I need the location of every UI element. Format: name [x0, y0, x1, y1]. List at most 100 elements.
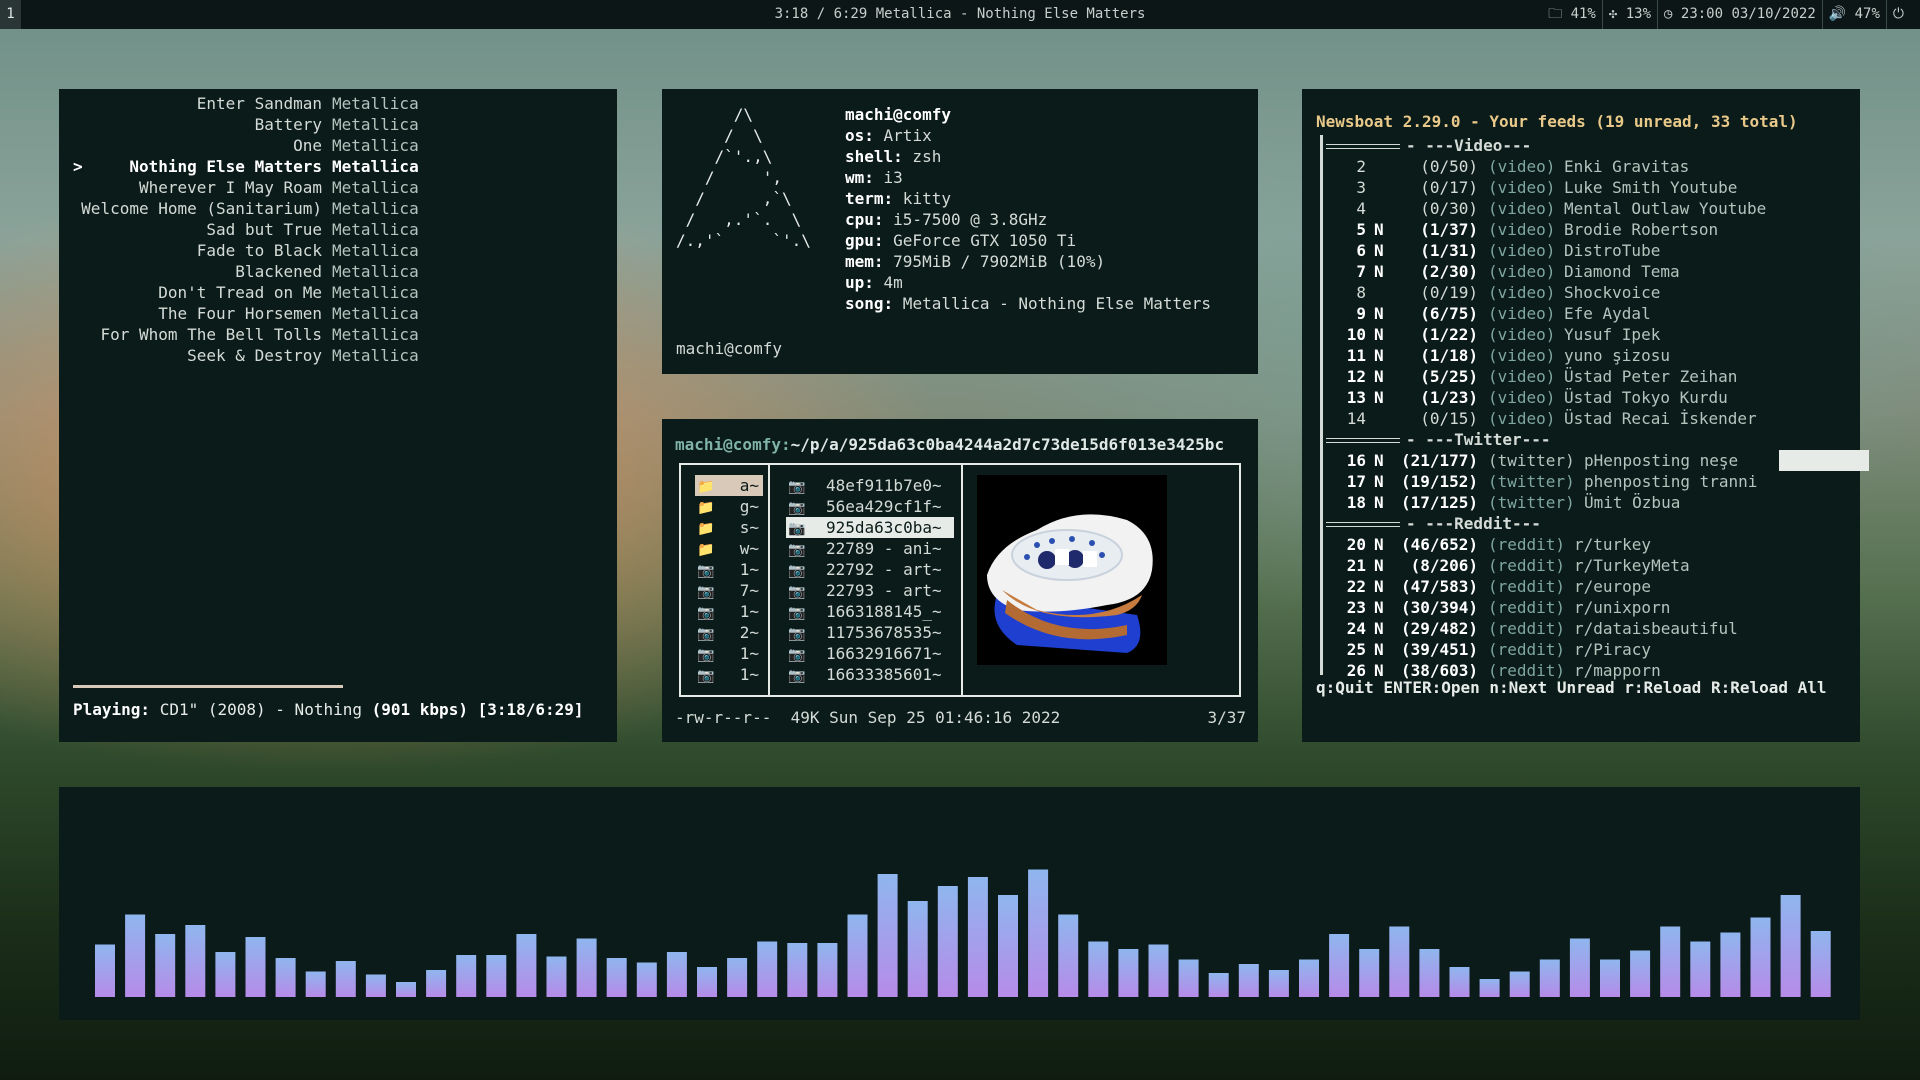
feed-row[interactable]: 8 (0/19) (video) Shockvoice — [1326, 282, 1846, 303]
spectrum-bar — [847, 914, 868, 997]
feed-row[interactable]: 23 N (30/394) (reddit) r/unixporn — [1326, 597, 1846, 618]
feed-group-header[interactable]: - ---Video--- — [1326, 135, 1531, 156]
feed-row[interactable]: 20 N (46/652) (reddit) r/turkey — [1326, 534, 1846, 555]
spectrum-bar — [1058, 914, 1079, 997]
rss-reader-window[interactable]: Newsboat 2.29.0 - Your feeds (19 unread,… — [1302, 89, 1869, 742]
file-entry[interactable]: 📷 1663188145_~ — [786, 601, 954, 622]
parent-entry[interactable]: 📷 7~ — [695, 580, 763, 601]
track-row[interactable]: Blackened Metallica — [59, 261, 617, 282]
parent-directory-column[interactable]: 📁 a~ 📁 g~ 📁 s~ 📁 w~ 📷 1~ 📷 7~ 📷 1~ 📷 2~ 📷 1~ 📷 1~ — [695, 475, 763, 685]
file-entry[interactable]: 📷 925da63c0ba~ — [786, 517, 954, 538]
feed-row[interactable]: 9 N (6/75) (video) Efe Aydal — [1326, 303, 1846, 324]
file-manager-window[interactable]: machi@comfy:~/p/a/925da63c0ba4244a2d7c73… — [662, 419, 1258, 742]
track-row[interactable]: Sad but True Metallica — [59, 219, 617, 240]
info-key: up: — [845, 273, 874, 292]
track-row[interactable]: Fade to Black Metallica — [59, 240, 617, 261]
track-row[interactable]: Seek & Destroy Metallica — [59, 345, 617, 366]
unread-count: (30/394) — [1400, 598, 1478, 617]
parent-entry[interactable]: 📷 1~ — [695, 664, 763, 685]
track-row[interactable]: Don't Tread on Me Metallica — [59, 282, 617, 303]
feed-row[interactable]: 12 N (5/25) (video) Üstad Peter Zeihan — [1326, 366, 1846, 387]
file-entry[interactable]: 📷 11753678535~ — [786, 622, 954, 643]
parent-entry[interactable]: 📁 s~ — [695, 517, 763, 538]
track-row[interactable]: One Metallica — [59, 135, 617, 156]
status-segment[interactable]: 🗀 41% — [1542, 0, 1602, 29]
feed-row[interactable]: 13 N (1/23) (video) Üstad Tokyo Kurdu — [1326, 387, 1846, 408]
feed-number: 11 — [1346, 346, 1366, 365]
feed-row[interactable]: 14 (0/15) (video) Üstad Recai İskender — [1326, 408, 1846, 429]
parent-entry[interactable]: 📁 g~ — [695, 496, 763, 517]
feed-category: (video) — [1488, 220, 1556, 239]
parent-entry[interactable]: 📷 1~ — [695, 601, 763, 622]
track-row[interactable]: Welcome Home (Sanitarium) Metallica — [59, 198, 617, 219]
spectrum-bar — [1539, 959, 1560, 997]
folder-icon: 🗀 — [1548, 6, 1571, 22]
spectrum-bar — [95, 944, 115, 997]
current-path: machi@comfy:~/p/a/925da63c0ba4244a2d7c73… — [675, 434, 1224, 455]
status-segment[interactable]: ⏻ — [1885, 0, 1910, 29]
current-directory-column[interactable]: 📷 48ef911b7e0~ 📷 56ea429cf1f~ 📷 925da63c0ba~ 📷… — [786, 475, 954, 685]
file-entry[interactable]: 📷 56ea429cf1f~ — [786, 496, 954, 517]
feed-row[interactable]: 16 N (21/177) (twitter) pHenposting neşe — [1326, 450, 1869, 471]
info-key: term: — [845, 189, 894, 208]
status-segment[interactable]: ✣ 13% — [1601, 0, 1657, 29]
spectrum-bar — [335, 961, 356, 997]
parent-entry[interactable]: 📷 2~ — [695, 622, 763, 643]
feed-row[interactable]: 11 N (1/18) (video) yuno şizosu — [1326, 345, 1846, 366]
feed-title: Enki Gravitas — [1564, 157, 1690, 176]
feed-row[interactable]: 10 N (1/22) (video) Yusuf Ipek — [1326, 324, 1846, 345]
playback-progress-bar[interactable] — [73, 685, 344, 688]
feed-row[interactable]: 3 (0/17) (video) Luke Smith Youtube — [1326, 177, 1846, 198]
status-segment[interactable]: ◷ 23:00 03/10/2022 — [1657, 0, 1822, 29]
track-row[interactable]: For Whom The Bell Tolls Metallica — [59, 324, 617, 345]
spectrum-bar — [1479, 979, 1500, 997]
feed-row[interactable]: 6 N (1/31) (video) DistroTube — [1326, 240, 1846, 261]
feed-row[interactable]: 25 N (39/451) (reddit) r/Piracy — [1326, 639, 1846, 660]
file-entry[interactable]: 📷 16632916671~ — [786, 643, 954, 664]
spectrum-bar — [1660, 926, 1681, 997]
feed-row[interactable]: 4 (0/30) (video) Mental Outlaw Youtube — [1326, 198, 1846, 219]
unread-flag: N — [1374, 556, 1384, 575]
shell-prompt[interactable]: machi@comfy — [676, 338, 782, 359]
spectrum-bar — [1780, 895, 1801, 997]
feed-row[interactable]: 5 N (1/37) (video) Brodie Robertson — [1326, 219, 1846, 240]
track-row[interactable]: Wherever I May Roam Metallica — [59, 177, 617, 198]
file-entry[interactable]: 📷 22793 - art~ — [786, 580, 954, 601]
feed-row[interactable]: 7 N (2/30) (video) Diamond Tema — [1326, 261, 1846, 282]
feed-category: (reddit) — [1488, 535, 1566, 554]
file-name: 22789 - ani~ — [826, 539, 942, 558]
system-info-window[interactable]: /\ / \ /`'.,\ / ', / ,`\ / ,.'`. \ /.,'`… — [662, 89, 1258, 374]
parent-entry[interactable]: 📷 1~ — [695, 643, 763, 664]
spectrum-bar — [1600, 959, 1620, 997]
feed-title: r/Piracy — [1574, 640, 1652, 659]
feed-row[interactable]: 24 N (29/482) (reddit) r/dataisbeautiful — [1326, 618, 1846, 639]
track-row[interactable]: The Four Horsemen Metallica — [59, 303, 617, 324]
parent-entry[interactable]: 📁 w~ — [695, 538, 763, 559]
feed-category: (video) — [1488, 346, 1556, 365]
feed-group-header[interactable]: - ---Twitter--- — [1326, 429, 1551, 450]
unread-count: (19/152) — [1400, 472, 1478, 491]
status-value: 13% — [1625, 6, 1652, 22]
feed-row[interactable]: 21 N (8/206) (reddit) r/TurkeyMeta — [1326, 555, 1846, 576]
feed-category: (video) — [1488, 178, 1556, 197]
feed-row[interactable]: 17 N (19/152) (twitter) phenposting tranni — [1326, 471, 1846, 492]
track-row[interactable]: Enter Sandman Metallica — [59, 93, 617, 114]
feed-group-header[interactable]: - ---Reddit--- — [1326, 513, 1541, 534]
status-segment[interactable]: 🔊 47% — [1821, 0, 1886, 29]
music-player-window[interactable]: Enter Sandman Metallica Battery Metallica On… — [59, 89, 617, 742]
parent-entry[interactable]: 📷 1~ — [695, 559, 763, 580]
feed-row[interactable]: 22 N (47/583) (reddit) r/europe — [1326, 576, 1846, 597]
track-row[interactable]: > Nothing Else Matters Metallica — [59, 156, 617, 177]
track-row[interactable]: Battery Metallica — [59, 114, 617, 135]
entry-name: w~ — [739, 539, 759, 558]
spectrum-bar — [1268, 970, 1289, 997]
feed-row[interactable]: 2 (0/50) (video) Enki Gravitas — [1326, 156, 1846, 177]
file-entry[interactable]: 📷 22792 - art~ — [786, 559, 954, 580]
file-entry[interactable]: 📷 16633385601~ — [786, 664, 954, 685]
spectrum-bar — [365, 974, 386, 997]
file-entry[interactable]: 📷 22789 - ani~ — [786, 538, 954, 559]
entry-name: 2~ — [739, 623, 759, 642]
parent-entry[interactable]: 📁 a~ — [695, 475, 763, 496]
feed-row[interactable]: 18 N (17/125) (twitter) Ümit Özbua — [1326, 492, 1846, 513]
file-entry[interactable]: 📷 48ef911b7e0~ — [786, 475, 954, 496]
